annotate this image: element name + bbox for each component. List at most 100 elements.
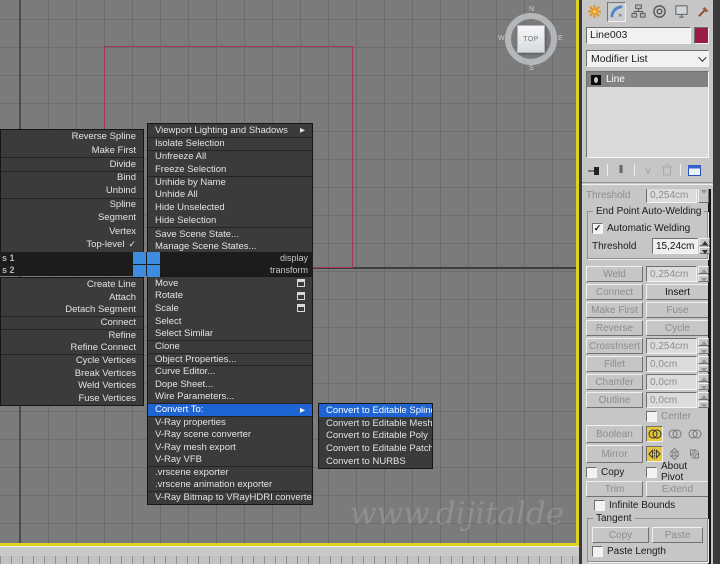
menu-item-refine-connect[interactable]: Refine Connect: [1, 341, 143, 354]
threshold-spinner[interactable]: [699, 238, 711, 254]
weld-spinner[interactable]: [698, 266, 709, 282]
menu-item-unfreeze-all[interactable]: Unfreeze All: [148, 149, 312, 163]
tangent-paste-button[interactable]: Paste: [652, 527, 703, 543]
tab-modify[interactable]: [606, 1, 627, 22]
menu-item-break-vertices[interactable]: Break Vertices: [1, 367, 143, 380]
menu-item-move[interactable]: Move: [148, 277, 312, 290]
about-pivot-checkbox[interactable]: About Pivot: [646, 461, 709, 483]
menu-item-scale[interactable]: Scale: [148, 302, 312, 315]
settings-icon[interactable]: [297, 304, 305, 313]
menu-item-convert-to[interactable]: Convert To: ▶: [148, 402, 312, 416]
configure-modifier-sets-icon[interactable]: [686, 163, 702, 177]
menu-item-vray-scene-converter[interactable]: V-Ray scene converter: [148, 428, 312, 441]
menu-item-manage-scene-states[interactable]: Manage Scene States...: [148, 240, 312, 253]
cross-insert-field[interactable]: 0,254cm: [646, 338, 697, 354]
remove-modifier-icon[interactable]: [659, 163, 675, 177]
track-bar[interactable]: [0, 546, 579, 564]
copy-checkbox[interactable]: Copy: [586, 465, 624, 479]
menu-item-make-first[interactable]: Make First: [1, 144, 143, 158]
menu-item-reverse-spline[interactable]: Reverse Spline: [1, 130, 143, 144]
boolean-button[interactable]: Boolean: [586, 425, 643, 443]
menu-item-freeze-selection[interactable]: Freeze Selection: [148, 163, 312, 176]
tab-motion[interactable]: [650, 2, 670, 22]
menu-item-fuse-vertices[interactable]: Fuse Vertices: [1, 392, 143, 405]
clipped-threshold-field[interactable]: 0,254cm: [646, 189, 697, 203]
menu-item-convert-editable-poly[interactable]: Convert to Editable Poly: [319, 430, 432, 443]
menu-item-unbind[interactable]: Unbind: [1, 184, 143, 198]
viewcube-top-face[interactable]: TOP: [517, 25, 545, 53]
menu-item-wire-parameters[interactable]: Wire Parameters...: [148, 390, 312, 403]
trim-button[interactable]: Trim: [586, 481, 643, 497]
insert-button[interactable]: Insert: [646, 284, 709, 300]
menu-item-bind[interactable]: Bind: [1, 170, 143, 185]
menu-item-connect[interactable]: Connect: [1, 316, 143, 329]
outline-spinner[interactable]: [698, 392, 709, 408]
menu-item-viewport-lighting-shadows[interactable]: Viewport Lighting and Shadows ▶: [148, 124, 312, 137]
menu-item-convert-editable-patch[interactable]: Convert to Editable Patch: [319, 442, 432, 455]
menu-item-select-similar[interactable]: Select Similar: [148, 327, 312, 340]
paste-length-checkbox[interactable]: Paste Length: [592, 546, 703, 557]
menu-item-vray-bitmap-converter[interactable]: V-Ray Bitmap to VRayHDRI converter: [148, 491, 312, 504]
menu-item-detach-segment[interactable]: Detach Segment: [1, 303, 143, 316]
tab-hierarchy[interactable]: [628, 2, 648, 22]
menu-item-curve-editor[interactable]: Curve Editor...: [148, 365, 312, 378]
menu-item-convert-editable-spline[interactable]: Convert to Editable Spline: [319, 404, 432, 417]
pin-stack-icon[interactable]: [586, 163, 602, 177]
infinite-bounds-checkbox[interactable]: Infinite Bounds: [594, 500, 709, 511]
object-name-field[interactable]: Line003: [586, 27, 691, 44]
tab-create[interactable]: [585, 2, 605, 22]
menu-item-vrscene-animation-exporter[interactable]: .vrscene animation exporter: [148, 479, 312, 492]
menu-item-convert-editable-mesh[interactable]: Convert to Editable Mesh: [319, 417, 432, 430]
modifier-list-dropdown[interactable]: Modifier List: [586, 50, 709, 67]
threshold-field[interactable]: 15,24cm: [652, 238, 699, 254]
menu-item-top-level[interactable]: Top-level ✓: [1, 238, 143, 252]
menu-item-unhide-all[interactable]: Unhide All: [148, 188, 312, 201]
outline-field[interactable]: 0,0cm: [646, 392, 697, 408]
menu-item-dope-sheet[interactable]: Dope Sheet...: [148, 378, 312, 391]
menu-item-unhide-by-name[interactable]: Unhide by Name: [148, 175, 312, 189]
checkbox-checked-icon[interactable]: ✓: [592, 223, 603, 234]
menu-item-weld-vertices[interactable]: Weld Vertices: [1, 380, 143, 393]
cross-insert-spinner[interactable]: [698, 338, 709, 354]
menu-item-vertex[interactable]: Vertex: [1, 225, 143, 239]
extend-button[interactable]: Extend: [646, 481, 709, 497]
menu-item-cycle-vertices[interactable]: Cycle Vertices: [1, 354, 143, 367]
stack-item-line[interactable]: Line: [587, 72, 708, 87]
show-end-result-icon[interactable]: ‖: [613, 163, 629, 177]
chamfer-field[interactable]: 0,0cm: [646, 374, 697, 390]
fillet-field[interactable]: 0,0cm: [646, 356, 697, 372]
menu-item-refine[interactable]: Refine: [1, 328, 143, 342]
connect-button[interactable]: Connect: [586, 284, 643, 300]
modifier-bulb-icon[interactable]: [591, 74, 601, 85]
mirror-horizontal-icon[interactable]: [646, 446, 663, 462]
settings-icon[interactable]: [297, 291, 305, 300]
make-first-button[interactable]: Make First: [586, 302, 643, 318]
weld-button[interactable]: Weld: [586, 266, 643, 282]
menu-item-create-line[interactable]: Create Line: [1, 278, 143, 291]
menu-item-isolate-selection[interactable]: Isolate Selection: [148, 136, 312, 150]
tab-utilities[interactable]: [693, 2, 713, 22]
outline-button[interactable]: Outline: [586, 392, 643, 408]
menu-item-segment[interactable]: Segment: [1, 211, 143, 225]
chamfer-button[interactable]: Chamfer: [586, 374, 643, 390]
mirror-button[interactable]: Mirror: [586, 445, 643, 463]
object-color-swatch[interactable]: [694, 27, 709, 44]
automatic-welding-checkbox[interactable]: ✓ Automatic Welding: [592, 223, 703, 234]
make-unique-icon[interactable]: ∨: [640, 163, 656, 177]
chamfer-spinner[interactable]: [698, 374, 709, 390]
menu-item-rotate[interactable]: Rotate: [148, 290, 312, 303]
menu-item-convert-nurbs[interactable]: Convert to NURBS: [319, 455, 432, 468]
reverse-button[interactable]: Reverse: [586, 320, 643, 336]
menu-item-vray-properties[interactable]: V-Ray properties: [148, 415, 312, 429]
menu-item-attach[interactable]: Attach: [1, 291, 143, 304]
mirror-vertical-icon[interactable]: [667, 446, 683, 463]
menu-item-save-scene-state[interactable]: Save Scene State...: [148, 227, 312, 240]
menu-item-divide[interactable]: Divide: [1, 157, 143, 171]
clipped-threshold-spinner[interactable]: [698, 189, 709, 203]
menu-item-hide-unselected[interactable]: Hide Unselected: [148, 201, 312, 214]
modifier-stack[interactable]: Line: [586, 71, 709, 158]
fuse-button[interactable]: Fuse: [646, 302, 709, 318]
settings-icon[interactable]: [297, 279, 305, 288]
viewcube[interactable]: N S W E TOP: [498, 6, 564, 72]
menu-item-hide-selection[interactable]: Hide Selection: [148, 214, 312, 227]
